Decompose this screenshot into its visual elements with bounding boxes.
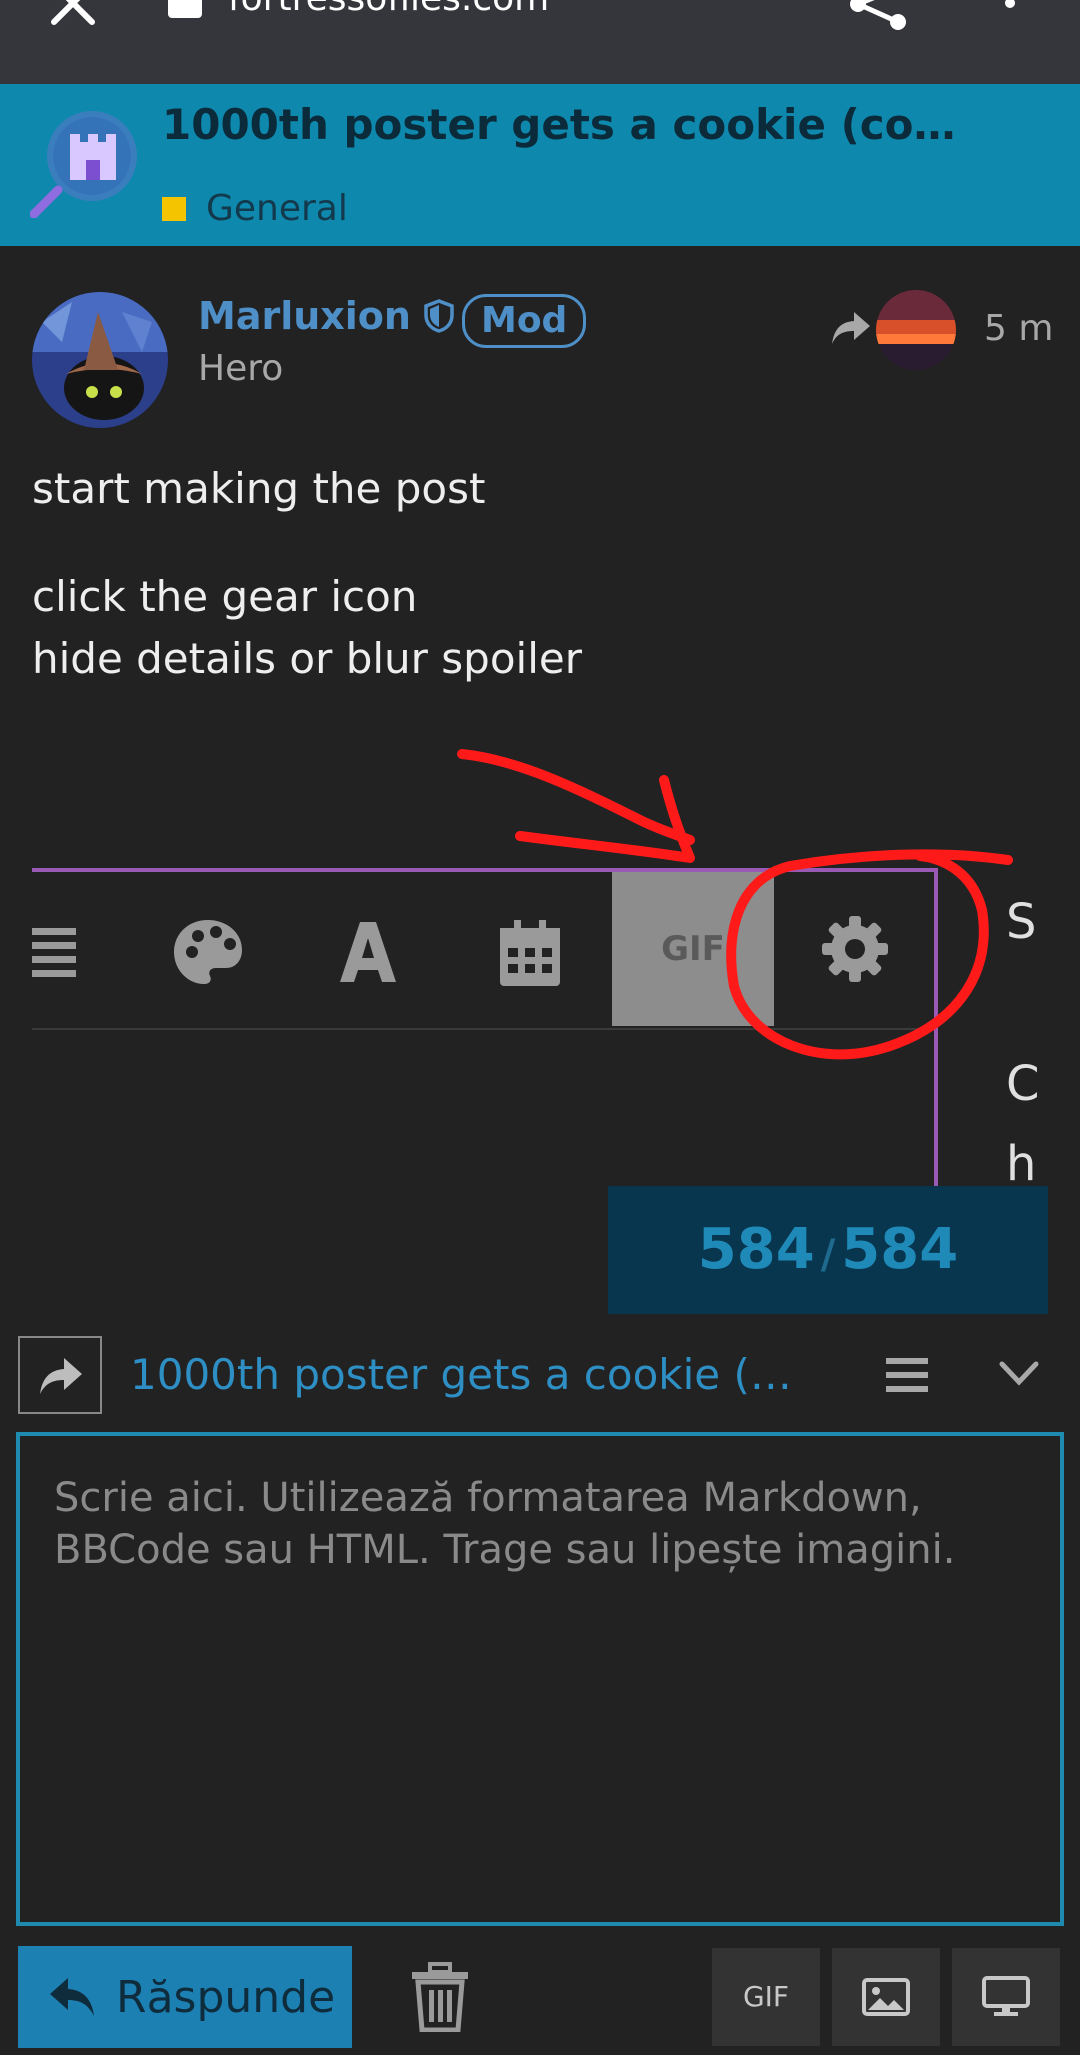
post-text-line: start making the post	[32, 464, 486, 513]
reply-to-avatar[interactable]	[876, 290, 956, 370]
embed-gif-label: GIF	[661, 929, 725, 969]
font-icon	[340, 922, 396, 982]
reply-icon	[50, 1978, 94, 2016]
more-options-icon[interactable]	[998, 0, 1022, 26]
menu-icon[interactable]	[886, 1356, 928, 1394]
embedded-screenshot[interactable]: GIF	[32, 868, 938, 1188]
category-badge[interactable]: General	[162, 188, 348, 229]
embed-side-letter: C	[1006, 1056, 1040, 1112]
progress-separator: /	[820, 1232, 836, 1278]
close-icon[interactable]	[48, 0, 98, 28]
post-text-line: hide details or blur spoiler	[32, 634, 582, 683]
embed-border-right	[934, 868, 938, 1188]
composer-action-button[interactable]	[18, 1336, 102, 1414]
site-info-icon[interactable]	[168, 0, 202, 18]
palette-icon	[174, 920, 242, 984]
embed-toolbar-separator	[32, 1028, 934, 1030]
mod-badge[interactable]: Mod	[462, 294, 587, 348]
reply-arrow-icon	[40, 1358, 82, 1394]
toggle-preview-button[interactable]	[952, 1948, 1060, 2046]
share-icon[interactable]	[848, 0, 910, 30]
reply-to-arrow-icon[interactable]	[830, 310, 872, 346]
reply-button-label: Răspunde	[116, 1971, 336, 2023]
category-color-square	[162, 196, 186, 221]
composer-topic-title[interactable]: 1000th poster gets a cookie (c...	[130, 1350, 810, 1399]
post-username[interactable]: Marluxion	[198, 294, 455, 338]
image-icon	[862, 1978, 910, 2016]
annotation-arrow-line	[457, 749, 695, 845]
progress-current: 584	[697, 1217, 815, 1282]
url-text[interactable]: fortressofiles.com	[228, 0, 549, 19]
category-label: General	[206, 188, 348, 229]
gif-button[interactable]: GIF	[712, 1948, 820, 2046]
avatar[interactable]	[32, 292, 168, 428]
post-timestamp[interactable]: 5 m	[984, 308, 1053, 349]
username-text: Marluxion	[198, 294, 411, 338]
list-icon	[32, 928, 76, 977]
user-title: Hero	[198, 348, 284, 389]
annotation-arrow-tail	[515, 775, 695, 863]
trash-icon[interactable]	[410, 1962, 470, 2032]
topic-title[interactable]: 1000th poster gets a cookie (cooki...	[162, 100, 982, 149]
progress-total: 584	[841, 1217, 959, 1282]
calendar-icon	[500, 920, 560, 986]
topic-progress-text: 584/584	[608, 1186, 1048, 1314]
embed-side-letter: h	[1006, 1136, 1037, 1186]
gif-button-label: GIF	[742, 1980, 790, 2013]
site-logo-icon[interactable]	[30, 108, 140, 218]
shield-icon	[424, 299, 454, 333]
desktop-icon	[982, 1976, 1030, 2016]
gear-icon	[822, 916, 888, 982]
image-upload-button[interactable]	[832, 1948, 940, 2046]
post-text-line: click the gear icon	[32, 572, 418, 621]
reply-button[interactable]: Răspunde	[18, 1946, 352, 2048]
browser-toolbar: fortressofiles.com	[0, 0, 1080, 84]
composer-textarea[interactable]	[16, 1432, 1064, 1926]
embed-side-letter: S	[1006, 894, 1037, 950]
embed-border-top	[32, 868, 938, 872]
chevron-down-icon[interactable]	[998, 1358, 1040, 1388]
